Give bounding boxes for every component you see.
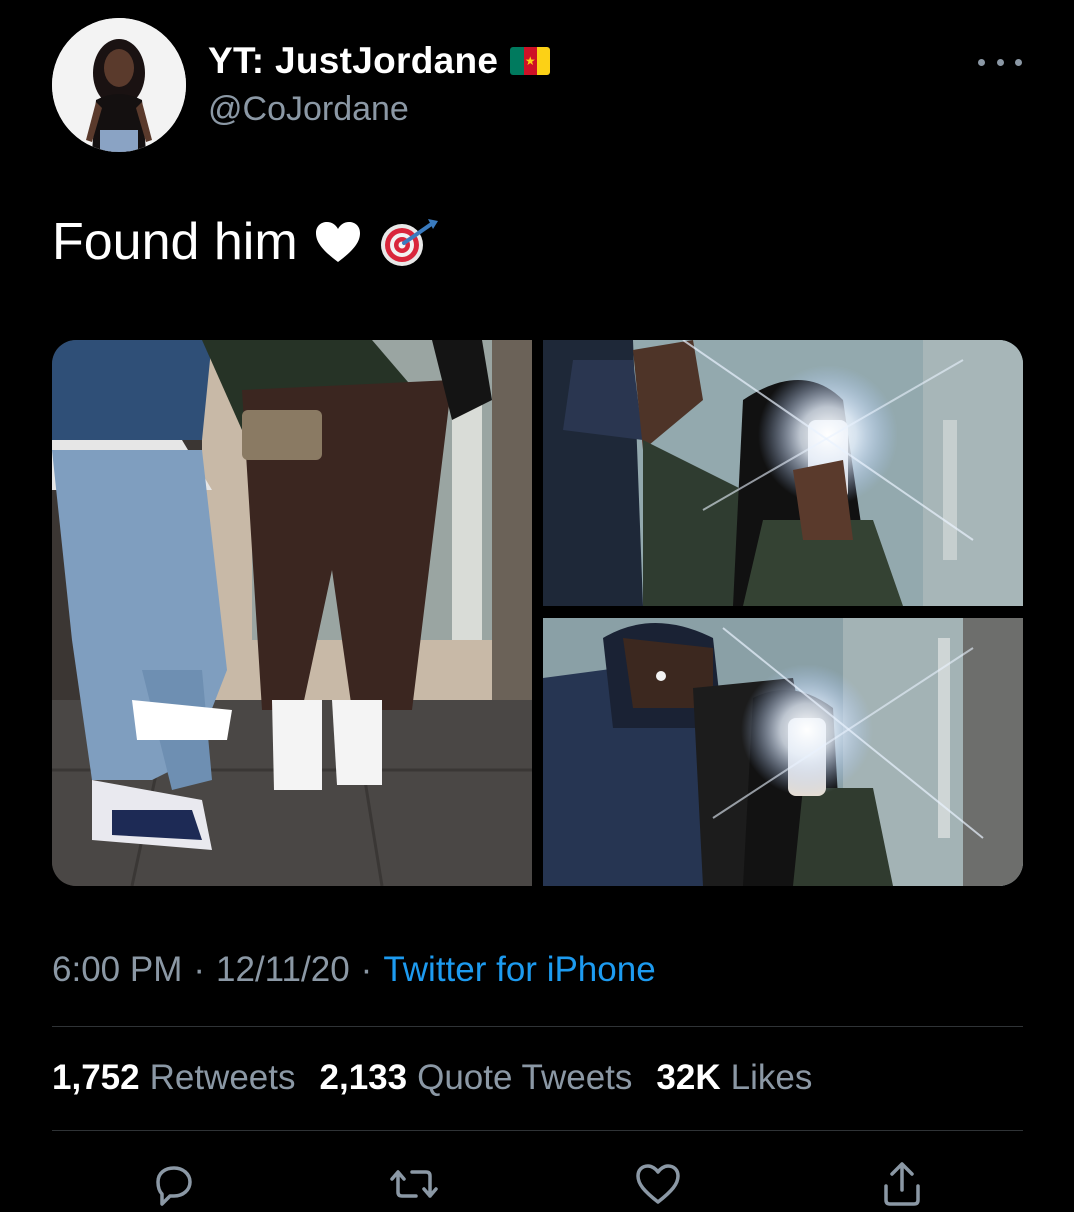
action-bar bbox=[52, 1150, 1023, 1210]
reply-button[interactable] bbox=[146, 1156, 202, 1212]
more-dot bbox=[1015, 58, 1022, 66]
tweet-body: Found him bbox=[52, 212, 440, 272]
retweet-button[interactable] bbox=[386, 1156, 442, 1212]
tweet-time[interactable]: 6:00 PM bbox=[52, 950, 182, 990]
tweet-photo-3[interactable] bbox=[543, 618, 1023, 886]
more-dot bbox=[978, 58, 985, 66]
mirror-selfie-waving bbox=[543, 340, 1023, 606]
like-icon bbox=[636, 1164, 680, 1204]
tweet-source-link[interactable]: Twitter for iPhone bbox=[383, 950, 655, 990]
like-button[interactable] bbox=[630, 1156, 686, 1212]
tweet-text: Found him bbox=[52, 213, 298, 271]
white-heart-icon bbox=[315, 222, 360, 262]
user-handle[interactable]: @CoJordane bbox=[208, 90, 409, 129]
retweets-stat[interactable]: 1,752 Retweets bbox=[52, 1058, 296, 1098]
tweet-stats: 1,752 Retweets 2,133 Quote Tweets 32K Li… bbox=[52, 1058, 812, 1098]
more-dot bbox=[996, 58, 1004, 66]
cameroon-flag-icon: ★ bbox=[510, 47, 551, 75]
display-name[interactable]: YT: JustJordane bbox=[208, 40, 498, 82]
more-options-button[interactable] bbox=[978, 52, 1022, 72]
retweets-count: 1,752 bbox=[52, 1058, 140, 1097]
likes-stat[interactable]: 32K Likes bbox=[656, 1058, 812, 1098]
likes-count: 32K bbox=[656, 1058, 721, 1097]
divider bbox=[52, 1130, 1023, 1131]
quote-tweets-count: 2,133 bbox=[319, 1058, 408, 1097]
mirror-photo-couple-full-body bbox=[52, 340, 532, 886]
retweet-icon bbox=[390, 1170, 438, 1198]
retweets-label: Retweets bbox=[149, 1058, 296, 1097]
share-icon bbox=[884, 1162, 920, 1206]
tweet-photo-2[interactable] bbox=[543, 340, 1023, 606]
tweet-meta: 6:00 PM · 12/11/20 · Twitter for iPhone bbox=[52, 950, 656, 990]
likes-label: Likes bbox=[730, 1058, 813, 1097]
meta-separator: · bbox=[193, 950, 206, 989]
avatar[interactable] bbox=[52, 18, 186, 152]
mirror-selfie-covering-face bbox=[543, 618, 1023, 886]
divider bbox=[52, 1026, 1023, 1027]
reply-icon bbox=[156, 1166, 192, 1206]
tweet-date[interactable]: 12/11/20 bbox=[216, 950, 350, 990]
quote-tweets-stat[interactable]: 2,133 Quote Tweets bbox=[320, 1058, 633, 1098]
flag-stripe-yellow bbox=[536, 47, 551, 75]
flag-stripe-red: ★ bbox=[523, 47, 537, 75]
profile-photo bbox=[52, 18, 186, 152]
direct-hit-icon bbox=[380, 219, 438, 266]
tweet-photo-1[interactable] bbox=[52, 340, 532, 886]
media-grid bbox=[52, 340, 1023, 886]
share-button[interactable] bbox=[874, 1156, 930, 1212]
meta-separator: · bbox=[360, 950, 373, 989]
quote-tweets-label: Quote Tweets bbox=[417, 1058, 633, 1097]
flag-stripe-green bbox=[510, 47, 524, 75]
